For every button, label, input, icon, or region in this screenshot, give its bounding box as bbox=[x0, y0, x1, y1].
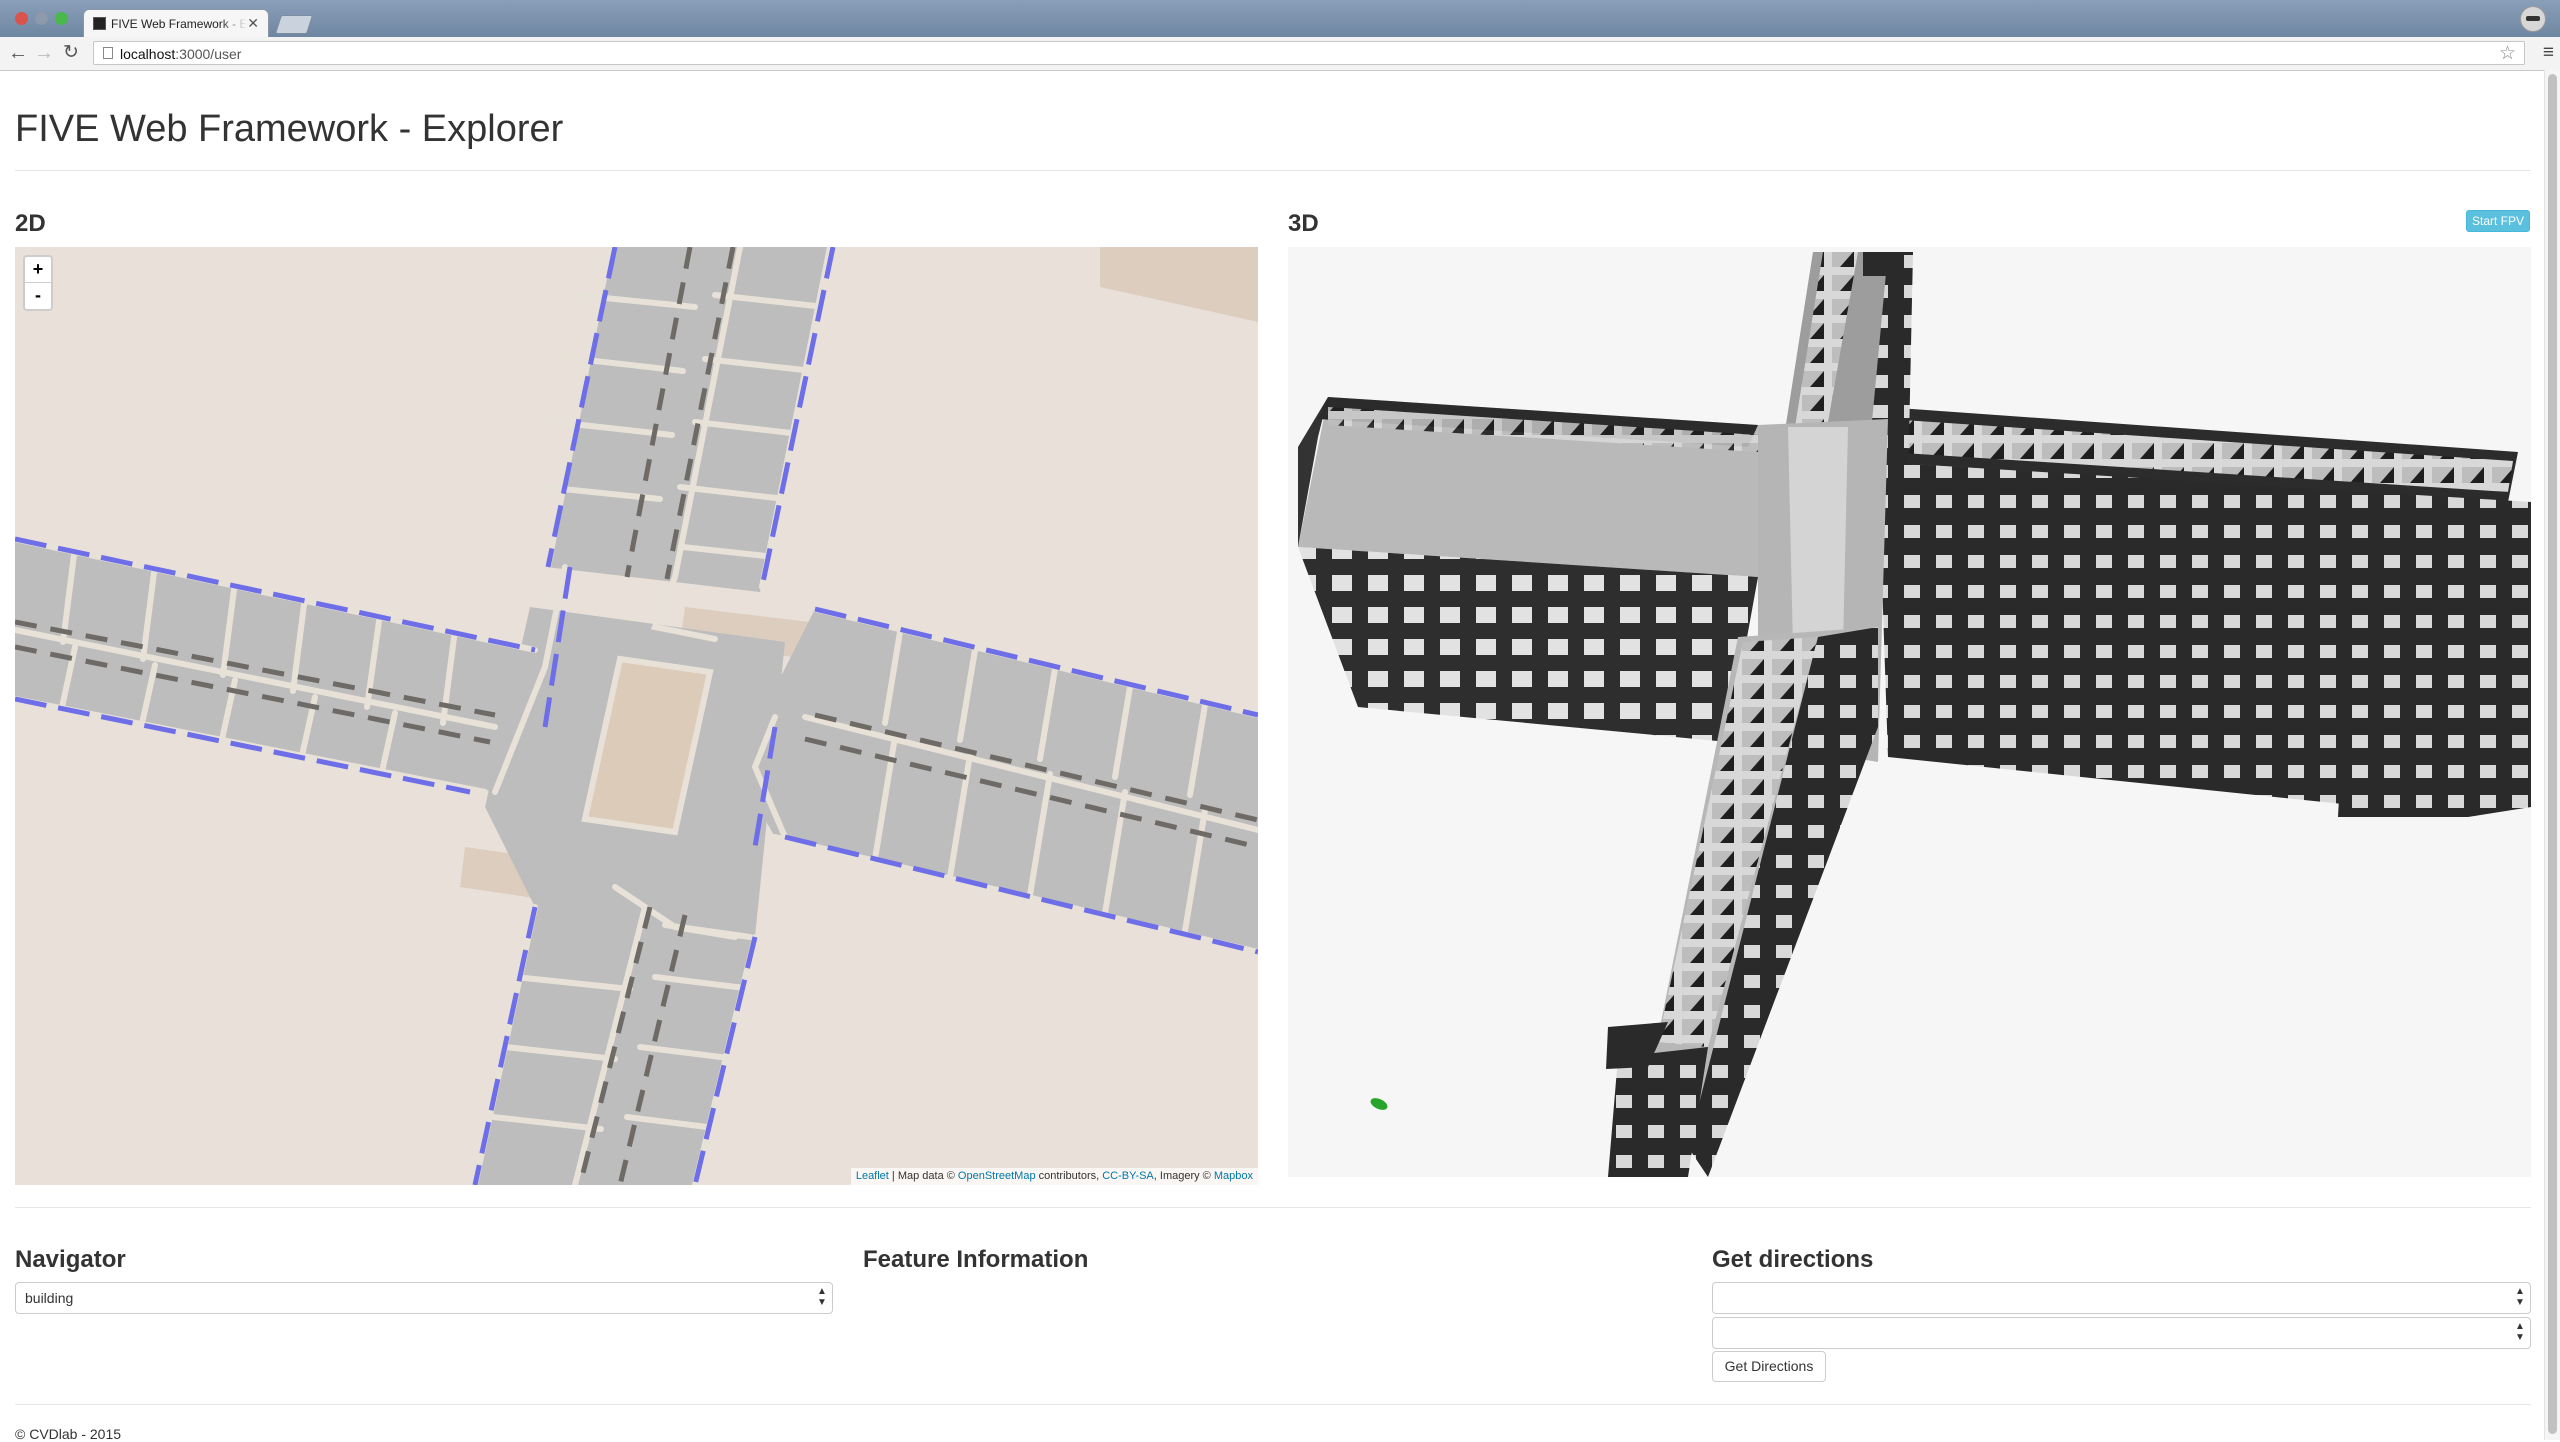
get-directions-button[interactable]: Get Directions bbox=[1712, 1351, 1826, 1382]
page-title: FIVE Web Framework - Explorer bbox=[15, 108, 564, 150]
panel-title-2d: 2D bbox=[15, 210, 46, 237]
feature-information-title: Feature Information bbox=[863, 1246, 1089, 1273]
navigator-select[interactable]: building ▲▼ bbox=[15, 1282, 833, 1314]
window-minimize-button[interactable] bbox=[35, 12, 48, 25]
directions-from-select[interactable]: ▲▼ bbox=[1712, 1282, 2531, 1314]
zoom-in-button[interactable]: + bbox=[25, 257, 51, 283]
tab-title: FIVE Web Framework - Explorer bbox=[111, 17, 247, 31]
bookmark-star-icon[interactable]: ☆ bbox=[2499, 42, 2516, 65]
browser-tab[interactable]: FIVE Web Framework - Explorer ✕ bbox=[83, 9, 269, 37]
select-arrows-icon: ▲▼ bbox=[2515, 1286, 2525, 1308]
attribution-text: | Map data © bbox=[888, 1170, 958, 1182]
header-divider bbox=[15, 170, 2531, 171]
directions-to-select[interactable]: ▲▼ bbox=[1712, 1317, 2531, 1349]
forward-arrow-icon[interactable]: → bbox=[34, 42, 54, 64]
panel-title-3d: 3D bbox=[1288, 210, 1319, 237]
start-fpv-button[interactable]: Start FPV bbox=[2466, 210, 2530, 232]
model-3d-viewport[interactable] bbox=[1288, 247, 2531, 1177]
window-maximize-button[interactable] bbox=[55, 12, 68, 25]
map-attribution: Leaflet | Map data © OpenStreetMap contr… bbox=[850, 1168, 1258, 1185]
scrollbar-thumb[interactable] bbox=[2548, 74, 2557, 1434]
leaflet-link[interactable]: Leaflet bbox=[856, 1170, 889, 1182]
browser-toolbar: ← → ↻ localhost:3000/user ☆ ≡ bbox=[0, 37, 2560, 71]
content-divider bbox=[15, 1207, 2531, 1208]
map-2d[interactable]: + - Leaflet | Map data © OpenStreetMap c… bbox=[15, 247, 1258, 1185]
navigator-title: Navigator bbox=[15, 1246, 126, 1273]
tab-close-icon[interactable]: ✕ bbox=[247, 15, 259, 32]
zoom-out-button[interactable]: - bbox=[25, 283, 51, 308]
page-icon bbox=[103, 47, 113, 59]
license-link[interactable]: CC-BY-SA bbox=[1102, 1170, 1154, 1182]
navigator-selected-value: building bbox=[25, 1290, 74, 1306]
window-close-button[interactable] bbox=[15, 12, 28, 25]
terminal-favicon-icon bbox=[93, 17, 106, 30]
browser-menu-icon[interactable]: ≡ bbox=[2543, 42, 2554, 64]
url-text: localhost:3000/user bbox=[120, 46, 242, 62]
mapbox-link[interactable]: Mapbox bbox=[1214, 1170, 1253, 1182]
attribution-text: contributors, bbox=[1035, 1170, 1103, 1182]
openstreetmap-link[interactable]: OpenStreetMap bbox=[958, 1170, 1036, 1182]
floorplan-map[interactable] bbox=[15, 247, 1258, 1185]
building-3d-model[interactable] bbox=[1288, 247, 2531, 1177]
footer-divider bbox=[15, 1404, 2531, 1405]
back-arrow-icon[interactable]: ← bbox=[8, 42, 28, 64]
select-arrows-icon: ▲▼ bbox=[817, 1286, 827, 1308]
browser-titlebar: FIVE Web Framework - Explorer ✕ bbox=[0, 0, 2560, 37]
reload-icon[interactable]: ↻ bbox=[63, 42, 79, 64]
select-arrows-icon: ▲▼ bbox=[2515, 1321, 2525, 1343]
new-tab-button[interactable] bbox=[274, 15, 314, 34]
address-bar[interactable]: localhost:3000/user ☆ bbox=[93, 41, 2525, 65]
profile-avatar[interactable] bbox=[2520, 6, 2546, 32]
attribution-text: , Imagery © bbox=[1153, 1170, 1214, 1182]
get-directions-title: Get directions bbox=[1712, 1246, 1874, 1273]
map-zoom-control: + - bbox=[23, 255, 53, 311]
